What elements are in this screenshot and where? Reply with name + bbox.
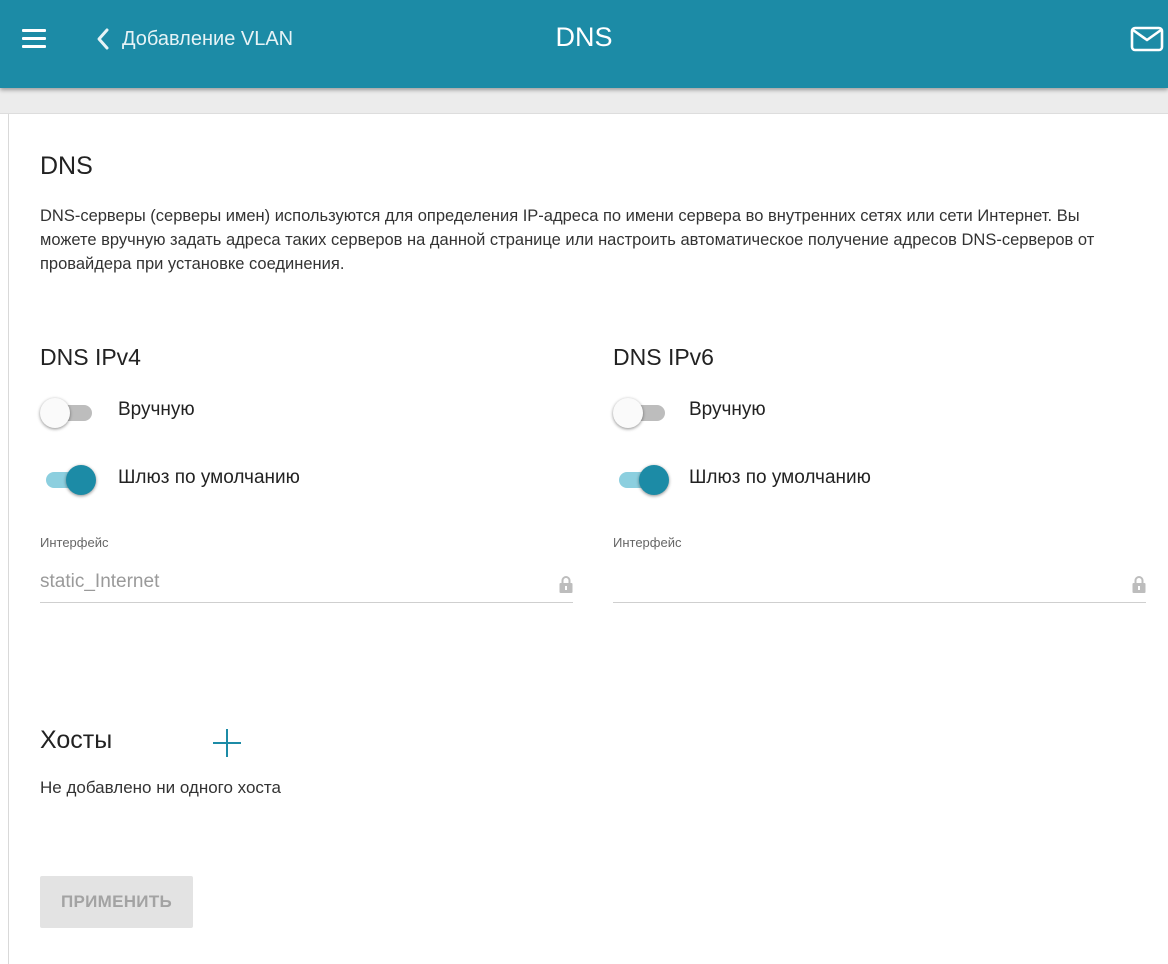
ipv4-manual-label: Вручную (118, 399, 195, 420)
ipv6-manual-toggle[interactable] (613, 395, 669, 429)
mail-icon[interactable] (1130, 26, 1164, 52)
chevron-left-icon (97, 28, 109, 50)
ipv6-interface-label: Интерфейс (613, 535, 682, 550)
ipv6-default-gateway-toggle[interactable] (613, 462, 669, 496)
ipv4-manual-toggle[interactable] (40, 395, 96, 429)
ipv4-interface-value: static_Internet (40, 571, 160, 592)
apply-button[interactable]: ПРИМЕНИТЬ (40, 876, 193, 928)
hosts-empty-text: Не добавлено ни одного хоста (40, 778, 281, 797)
ipv6-title: DNS IPv6 (613, 344, 714, 370)
sub-header-bar (0, 88, 1168, 114)
section-title-dns: DNS (40, 152, 93, 180)
ipv4-default-gateway-label: Шлюз по умолчанию (118, 467, 300, 488)
ipv6-manual-label: Вручную (689, 399, 766, 420)
top-bar: Добавление VLAN DNS (0, 0, 1168, 88)
lock-icon (1132, 576, 1146, 593)
dns-description: DNS-серверы (серверы имен) используются … (40, 207, 1095, 273)
hosts-title: Хосты (40, 726, 113, 754)
back-button[interactable]: Добавление VLAN (94, 24, 293, 54)
ipv4-interface-field: static_Internet (40, 563, 573, 603)
ipv6-interface-field (613, 563, 1146, 603)
content-left-border (8, 114, 9, 964)
ipv4-title: DNS IPv4 (40, 344, 141, 370)
menu-icon[interactable] (22, 28, 48, 50)
plus-icon (213, 729, 241, 757)
ipv6-default-gateway-label: Шлюз по умолчанию (689, 467, 871, 488)
lock-icon (559, 576, 573, 593)
back-button-label: Добавление VLAN (122, 27, 294, 50)
ipv4-default-gateway-toggle[interactable] (40, 462, 96, 496)
add-host-button[interactable] (210, 726, 244, 760)
ipv4-interface-label: Интерфейс (40, 535, 109, 550)
